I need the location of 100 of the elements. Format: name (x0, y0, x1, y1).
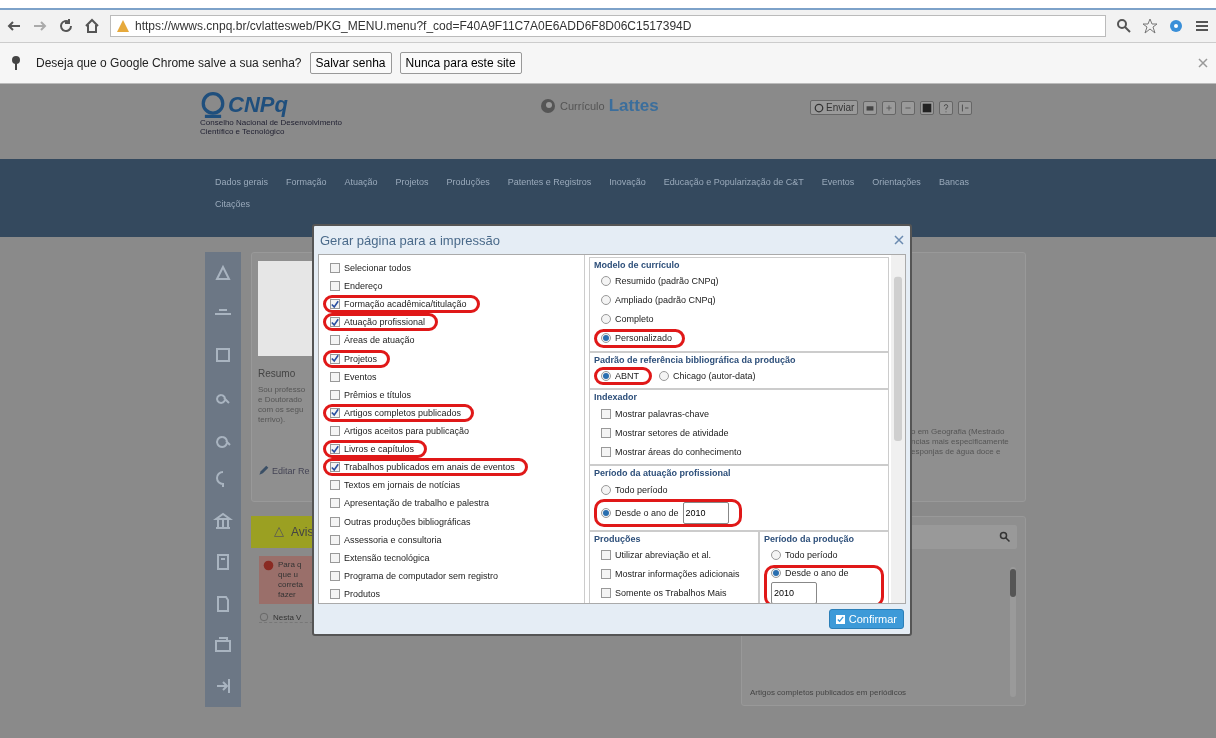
list-item[interactable]: Artigos completos publicados em periódicos (750, 688, 907, 697)
checkbox[interactable] (330, 281, 340, 292)
checkbox[interactable] (601, 446, 611, 457)
option-label: Artigos completos publicados (344, 407, 462, 418)
nav-link[interactable]: Dados gerais (215, 177, 269, 187)
font-increase-icon[interactable] (882, 100, 897, 115)
nav-link[interactable]: Inovação (609, 177, 646, 187)
checkbox[interactable] (330, 534, 340, 545)
option-label: Artigos aceitos para publicação (344, 426, 470, 437)
scrollbar[interactable] (891, 255, 905, 603)
info-text: Nesta V (273, 612, 302, 622)
nav-link[interactable]: Citações (215, 199, 250, 209)
url-text: https://wwws.cnpq.br/cvlattesweb/PKG_MENU.menu?f_cod=F40A9F11C7A0E6ADD6F8D06C1517394D (135, 19, 692, 33)
checkbox[interactable] (601, 427, 611, 438)
sidebar-icon[interactable] (213, 510, 233, 531)
checkbox[interactable] (330, 480, 340, 491)
radio-button[interactable] (601, 371, 611, 381)
checkbox[interactable] (330, 516, 340, 527)
checkbox[interactable] (601, 408, 611, 419)
option-label: Produtos (344, 589, 381, 599)
option-label: Mostrar palavras-chave (615, 408, 710, 419)
check-icon (835, 614, 845, 624)
checkbox[interactable] (330, 589, 340, 599)
fieldset-title: Padrão de referência bibliográfica da produção (594, 354, 797, 365)
zoom-icon[interactable] (1116, 18, 1132, 34)
nav-link[interactable]: Educação e Popularização de C&T (663, 177, 804, 187)
checkbox[interactable] (330, 371, 340, 382)
checkbox[interactable] (601, 550, 611, 561)
checkbox[interactable] (330, 335, 340, 346)
radio-button[interactable] (601, 276, 611, 287)
home-icon[interactable] (84, 18, 100, 34)
option-label: Personalizado (615, 333, 673, 344)
radio-button[interactable] (771, 567, 781, 578)
send-button[interactable]: Enviar (810, 100, 859, 115)
checkbox[interactable] (330, 263, 340, 274)
edit-icon (258, 465, 269, 476)
checkbox[interactable] (601, 569, 611, 580)
radio-button[interactable] (601, 508, 611, 518)
logo-text: CNPq (228, 92, 288, 118)
radio-button[interactable] (659, 371, 669, 381)
nav-link[interactable]: Atuação (344, 177, 378, 187)
infobar-button[interactable]: Salvar senha (309, 52, 392, 74)
checkbox[interactable] (330, 462, 340, 473)
nav-link[interactable]: Orientações (872, 177, 921, 187)
close-icon[interactable] (1198, 58, 1208, 68)
option-label: Desde o ano de (785, 567, 849, 578)
checkbox[interactable] (330, 570, 340, 581)
alert-text: que u (278, 570, 300, 580)
checkbox[interactable] (330, 299, 340, 310)
option-label: Textos em jornais de notícias (344, 480, 461, 491)
option-label: Mostrar áreas do conhecimento (615, 446, 742, 457)
year-input[interactable]: 2010 (682, 502, 729, 524)
nav-link[interactable]: Projetos (395, 177, 429, 187)
option-label: Projetos (344, 353, 378, 364)
contrast-icon[interactable] (920, 100, 935, 115)
menu-icon[interactable] (1194, 18, 1210, 34)
alert-text: fazer (278, 590, 297, 600)
nav-link[interactable]: Formação (286, 177, 327, 187)
extension-icon[interactable] (1168, 18, 1184, 34)
radio-button[interactable] (601, 484, 611, 495)
checkbox[interactable] (601, 588, 611, 599)
year-input[interactable]: 2010 (771, 581, 817, 603)
option-label: Prêmios e títulos (344, 389, 412, 400)
edit-link[interactable]: Editar Re (258, 465, 318, 476)
option-label: Todo período (785, 550, 838, 561)
infobar-button[interactable]: Nunca para este site (399, 52, 522, 74)
close-icon[interactable] (894, 235, 904, 245)
alert-text: Para q (278, 560, 303, 570)
radio-button[interactable] (601, 333, 611, 344)
option-label: Ampliado (padrão CNPq) (615, 295, 716, 306)
option-label: Selecionar todos (344, 263, 412, 274)
checkbox[interactable] (330, 353, 340, 364)
address-bar[interactable]: https://wwws.cnpq.br/cvlattesweb/PKG_MENU.menu?f_cod=F40A9F11C7A0E6ADD6F8D06C1517394D (110, 15, 1106, 37)
radio-button[interactable] (601, 314, 611, 325)
print-icon[interactable] (863, 100, 878, 115)
checkbox[interactable] (330, 317, 340, 328)
summary-title: Resumo (258, 368, 297, 379)
option-label: Somente os Trabalhos Mais (615, 588, 727, 599)
checkbox[interactable] (330, 552, 340, 563)
checkbox[interactable] (330, 389, 340, 400)
checkbox[interactable] (330, 498, 340, 509)
option-label: Assessoria e consultoria (344, 534, 442, 545)
confirm-button[interactable]: Confirmar (828, 609, 904, 629)
nav-link[interactable]: Patentes e Registros (507, 177, 592, 187)
option-label: Desde o ano de (615, 508, 679, 518)
error-icon (263, 560, 274, 571)
nav-link[interactable]: Produções (446, 177, 490, 187)
checkbox[interactable] (330, 444, 340, 455)
checkbox[interactable] (330, 407, 340, 418)
nav-link[interactable]: Eventos (821, 177, 855, 187)
star-icon[interactable] (1142, 18, 1158, 34)
sidebar-icon[interactable] (213, 634, 233, 655)
radio-button[interactable] (771, 550, 781, 561)
nav-link[interactable]: Bancas (938, 177, 969, 187)
reload-icon[interactable] (58, 18, 74, 34)
scrollbar[interactable] (1009, 567, 1017, 697)
fieldset-title: Modelo de currículo (594, 260, 681, 270)
checkbox[interactable] (330, 426, 340, 437)
option-label: Resumido (padrão CNPq) (615, 276, 719, 287)
radio-button[interactable] (601, 295, 611, 306)
